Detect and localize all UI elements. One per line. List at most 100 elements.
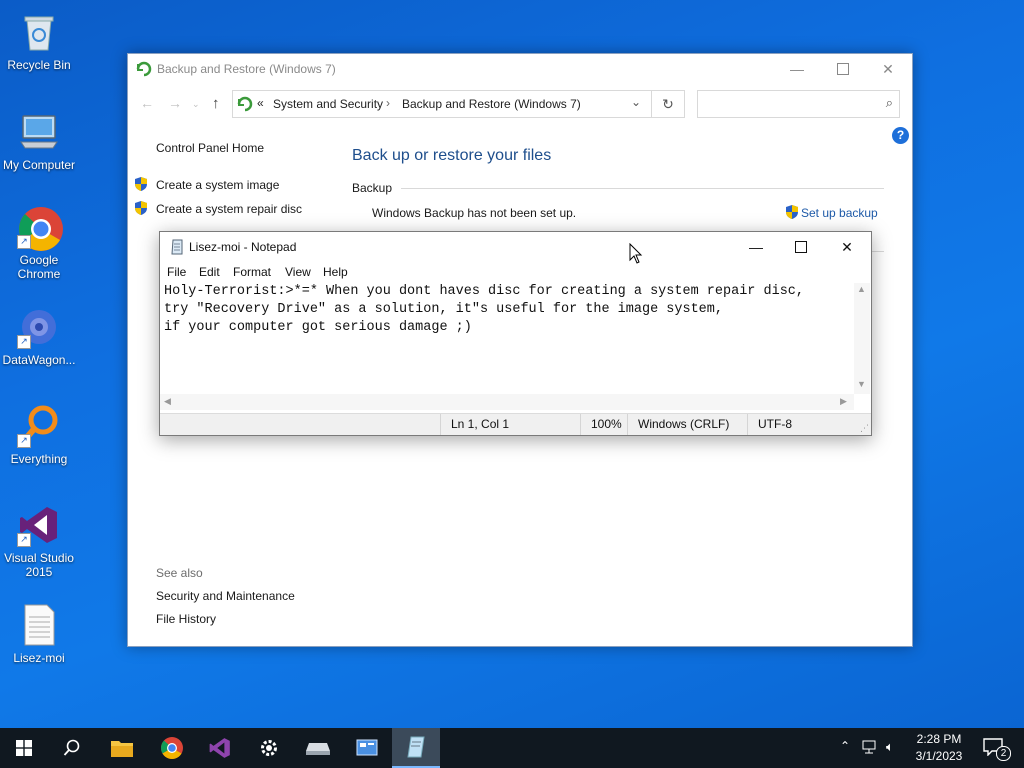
clock-date: 3/1/2023 xyxy=(915,749,963,763)
desktop-icon-everything[interactable]: ↗ Everything xyxy=(0,404,78,466)
desktop-icon-label: My Computer xyxy=(2,158,76,172)
up-button[interactable]: ↑ xyxy=(212,95,220,112)
breadcrumb-system-security[interactable]: System and Security xyxy=(273,97,383,111)
recent-locations-button[interactable]: ⌄ xyxy=(192,99,200,110)
maximize-button[interactable] xyxy=(778,232,824,262)
scroll-down-icon[interactable]: ▼ xyxy=(857,379,866,389)
vertical-scrollbar[interactable]: ▲ ▼ xyxy=(854,283,870,394)
shortcut-arrow-icon: ↗ xyxy=(17,434,31,448)
forward-button[interactable]: → xyxy=(168,95,182,111)
shortcut-arrow-icon: ↗ xyxy=(17,235,31,249)
refresh-button[interactable]: ↻ xyxy=(651,90,685,118)
menu-edit[interactable]: Edit xyxy=(199,265,220,279)
address-bar[interactable]: « System and Security › Backup and Resto… xyxy=(232,90,652,118)
minimize-button[interactable]: — xyxy=(774,54,820,84)
taskbar-settings[interactable] xyxy=(245,728,293,768)
shield-icon xyxy=(134,176,148,192)
line-ending: Windows (CRLF) xyxy=(627,414,729,435)
horizontal-scrollbar[interactable]: ◀ ▶ xyxy=(160,394,854,410)
shield-icon xyxy=(134,200,148,216)
window-title: Lisez-moi - Notepad xyxy=(189,240,297,254)
control-panel-home-link[interactable]: Control Panel Home xyxy=(156,141,264,155)
windows-logo-icon xyxy=(16,740,32,756)
control-panel-icon xyxy=(356,739,378,756)
show-hidden-icons-button[interactable]: ⌃ xyxy=(840,739,850,753)
chrome-icon: ↗ xyxy=(17,205,63,251)
refresh-icon: ↻ xyxy=(662,95,674,112)
desktop-icon-datawagon[interactable]: ↗ DataWagon... xyxy=(0,305,78,367)
back-button[interactable]: ← xyxy=(140,95,154,111)
clock[interactable]: 2:28 PM 3/1/2023 xyxy=(908,728,970,768)
taskbar-search-button[interactable] xyxy=(48,728,96,768)
title-bar[interactable]: Backup and Restore (Windows 7) — ✕ xyxy=(128,54,912,84)
text-editor-area[interactable]: Holy-Terrorist:>*=* When you dont haves … xyxy=(164,283,854,393)
menu-format[interactable]: Format xyxy=(233,265,271,279)
volume-icon[interactable]: 🔈︎ xyxy=(886,739,894,755)
recycle-bin-icon xyxy=(17,10,61,54)
help-button[interactable]: ? xyxy=(892,127,909,144)
backup-section-label: Backup xyxy=(352,181,393,195)
taskbar-drive-app[interactable] xyxy=(294,728,342,768)
window-title: Backup and Restore (Windows 7) xyxy=(157,62,336,76)
menu-view[interactable]: View xyxy=(285,265,311,279)
address-dropdown-icon[interactable]: ⌄ xyxy=(631,95,641,109)
desktop-icon-label: Lisez-moi xyxy=(13,651,65,665)
taskbar-notepad[interactable] xyxy=(392,728,440,768)
search-icon xyxy=(63,739,80,756)
create-system-image-link[interactable]: Create a system image xyxy=(156,178,279,192)
taskbar-file-explorer[interactable] xyxy=(98,728,146,768)
system-tray: ⌃ 🔈︎ xyxy=(838,728,918,768)
maximize-button[interactable] xyxy=(820,54,866,84)
breadcrumb-overflow[interactable]: « xyxy=(257,96,264,110)
desktop-icon-chrome[interactable]: ↗ Google Chrome xyxy=(0,205,78,281)
scroll-left-icon[interactable]: ◀ xyxy=(164,396,171,407)
desktop-icon-label: Google Chrome xyxy=(17,253,61,281)
section-divider xyxy=(871,251,884,252)
close-icon: ✕ xyxy=(841,238,853,255)
desktop-icon-label: Recycle Bin xyxy=(7,58,71,72)
search-input[interactable]: ⌕ xyxy=(697,90,900,118)
create-repair-disc-link[interactable]: Create a system repair disc xyxy=(156,202,302,216)
backup-status-text: Windows Backup has not been set up. xyxy=(372,206,577,220)
menu-help[interactable]: Help xyxy=(323,265,348,279)
close-button[interactable]: ✕ xyxy=(824,232,870,262)
scroll-right-icon[interactable]: ▶ xyxy=(840,396,847,407)
see-also-heading: See also xyxy=(156,566,203,580)
gear-icon xyxy=(261,740,277,756)
network-icon[interactable] xyxy=(862,740,880,757)
resize-grip-icon[interactable]: ⋰ xyxy=(860,423,869,434)
encoding: UTF-8 xyxy=(747,414,792,435)
title-bar[interactable]: Lisez-moi - Notepad — ✕ xyxy=(160,232,871,262)
notepad-app-icon xyxy=(170,239,184,260)
desktop-icon-label: DataWagon... xyxy=(2,353,76,367)
desktop-icon-lisez-moi[interactable]: Lisez-moi xyxy=(0,603,78,665)
security-maintenance-link[interactable]: Security and Maintenance xyxy=(156,589,295,603)
taskbar-chrome[interactable] xyxy=(148,728,196,768)
taskbar: ⌃ 🔈︎ 2:28 PM 3/1/2023 2 xyxy=(0,728,1024,768)
breadcrumb-separator[interactable]: › xyxy=(386,96,390,110)
file-history-link[interactable]: File History xyxy=(156,612,216,626)
backup-restore-app-icon xyxy=(136,61,152,82)
desktop-icon-my-computer[interactable]: My Computer xyxy=(0,110,78,172)
clock-time: 2:28 PM xyxy=(916,732,962,746)
desktop-icon-recycle-bin[interactable]: Recycle Bin xyxy=(0,10,78,72)
close-button[interactable]: ✕ xyxy=(865,54,911,84)
computer-icon xyxy=(17,110,61,154)
visual-studio-icon xyxy=(209,738,230,758)
scroll-up-icon[interactable]: ▲ xyxy=(857,284,866,294)
minimize-button[interactable]: — xyxy=(733,232,779,262)
taskbar-control-panel[interactable] xyxy=(343,728,391,768)
action-center-button[interactable]: 2 xyxy=(980,728,1011,768)
notepad-icon xyxy=(407,736,425,758)
desktop-icon-visual-studio[interactable]: ↗ Visual Studio 2015 xyxy=(0,503,78,579)
gear-cluster-icon: ↗ xyxy=(17,305,61,349)
desktop-icon-label: Everything xyxy=(10,452,68,466)
start-button[interactable] xyxy=(0,728,48,768)
notepad-window: Lisez-moi - Notepad — ✕ File Edit Format… xyxy=(159,231,872,436)
taskbar-visual-studio[interactable] xyxy=(196,728,244,768)
menu-file[interactable]: File xyxy=(167,265,186,279)
set-up-backup-link[interactable]: Set up backup xyxy=(801,206,878,220)
breadcrumb-backup-restore[interactable]: Backup and Restore (Windows 7) xyxy=(402,97,581,111)
maximize-icon xyxy=(795,241,807,253)
control-panel-icon xyxy=(237,96,253,115)
